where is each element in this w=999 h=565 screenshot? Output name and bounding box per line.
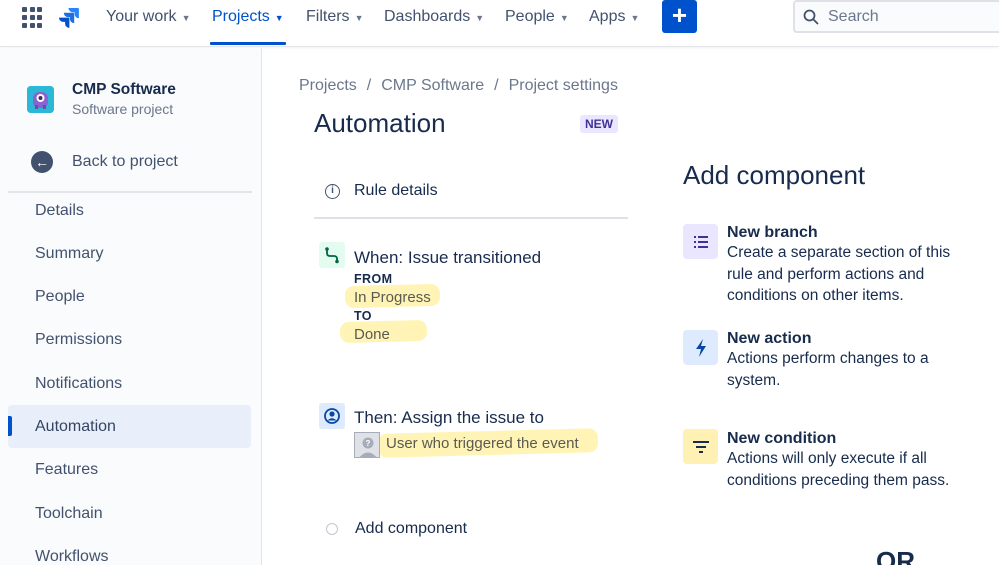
nav-your-work[interactable]: Your work ▼ <box>106 6 190 28</box>
or-separator: OR <box>876 546 915 565</box>
sidebar-item-permissions[interactable]: Permissions <box>8 318 251 361</box>
action-title[interactable]: Then: Assign the issue to <box>354 408 544 428</box>
nav-filters-label: Filters <box>306 8 350 25</box>
sidebar-item-toolchain[interactable]: Toolchain <box>8 492 251 535</box>
create-button[interactable]: + <box>662 0 697 33</box>
transition-icon <box>319 242 345 268</box>
app-switcher-icon[interactable] <box>22 7 44 29</box>
sidebar-item-features[interactable]: Features <box>8 448 251 491</box>
sidebar-item-summary[interactable]: Summary <box>8 232 251 275</box>
back-to-project-link[interactable]: ← Back to project <box>31 151 178 173</box>
breadcrumb-project-settings[interactable]: Project settings <box>509 77 618 95</box>
nav-apps[interactable]: Apps ▼ <box>589 6 639 28</box>
svg-text:?: ? <box>366 439 371 448</box>
assignee-value: User who triggered the event <box>386 435 579 452</box>
nav-people-label: People <box>505 8 555 25</box>
rule-details-item[interactable]: i Rule details <box>325 182 438 200</box>
top-navigation: Your work ▼ Projects ▼ Filters ▼ Dashboa… <box>0 0 999 47</box>
add-component-item[interactable]: Add component <box>326 520 467 538</box>
breadcrumb: Projects / CMP Software / Project settin… <box>299 77 618 95</box>
nav-filters[interactable]: Filters ▼ <box>306 6 363 28</box>
search-icon <box>803 9 819 24</box>
lightning-icon[interactable] <box>683 330 718 365</box>
list-icon[interactable] <box>683 224 718 259</box>
nav-projects-label: Projects <box>212 8 270 25</box>
nav-projects[interactable]: Projects ▼ <box>212 6 284 28</box>
arrow-left-icon: ← <box>31 151 53 173</box>
chevron-down-icon: ▼ <box>475 13 485 23</box>
project-name: CMP Software <box>72 81 176 98</box>
robot-icon <box>27 86 54 113</box>
nav-dashboards[interactable]: Dashboards ▼ <box>384 6 484 28</box>
new-branch-description: Create a separate section of this rule a… <box>727 244 951 305</box>
new-action-description: Actions perform changes to a system. <box>727 350 929 389</box>
from-label: FROM <box>354 272 393 286</box>
jira-logo-icon[interactable] <box>57 5 81 29</box>
filter-icon[interactable] <box>683 429 718 464</box>
trigger-title[interactable]: When: Issue transitioned <box>354 248 541 268</box>
sidebar-item-workflows[interactable]: Workflows <box>8 535 251 565</box>
chevron-down-icon: ▼ <box>630 13 640 23</box>
search-input[interactable] <box>828 7 978 26</box>
breadcrumb-projects[interactable]: Projects <box>299 77 357 95</box>
user-avatar-icon: ? <box>354 432 380 458</box>
new-condition-description: Actions will only execute if all conditi… <box>727 450 950 489</box>
project-type: Software project <box>72 101 174 117</box>
nav-people[interactable]: People ▼ <box>505 6 569 28</box>
new-badge: NEW <box>580 115 618 133</box>
rule-details-label: Rule details <box>354 182 438 199</box>
sidebar-item-notifications[interactable]: Notifications <box>8 362 251 405</box>
new-condition-title[interactable]: New condition <box>727 430 836 448</box>
add-component-label: Add component <box>355 520 468 537</box>
nav-dashboards-label: Dashboards <box>384 8 471 25</box>
info-icon: i <box>325 183 340 199</box>
breadcrumb-separator: / <box>366 77 372 94</box>
new-branch-title[interactable]: New branch <box>727 224 818 242</box>
from-status-value: In Progress <box>354 289 431 306</box>
sidebar-item-people[interactable]: People <box>8 275 251 318</box>
page-title: Automation <box>314 108 446 138</box>
rule-divider <box>314 217 628 219</box>
chevron-down-icon: ▼ <box>354 13 364 23</box>
sidebar-item-automation[interactable]: Automation <box>8 405 251 448</box>
empty-circle-icon <box>326 523 338 535</box>
panel-title: Add component <box>683 160 866 190</box>
breadcrumb-cmp-software[interactable]: CMP Software <box>381 77 484 95</box>
project-avatar <box>27 86 54 113</box>
chevron-down-icon: ▼ <box>274 13 284 23</box>
chevron-down-icon: ▼ <box>559 13 569 23</box>
sidebar-item-details[interactable]: Details <box>8 189 251 232</box>
assign-user-icon <box>319 403 345 429</box>
breadcrumb-separator: / <box>494 77 499 94</box>
nav-your-work-label: Your work <box>106 8 177 25</box>
chevron-down-icon: ▼ <box>181 13 191 23</box>
back-to-project-label: Back to project <box>72 153 178 170</box>
to-status-value: Done <box>354 326 390 343</box>
nav-apps-label: Apps <box>589 8 626 25</box>
project-sidebar: CMP Software Software project ← Back to … <box>0 48 262 565</box>
active-nav-indicator <box>210 42 286 45</box>
new-action-title[interactable]: New action <box>727 330 811 348</box>
search-box[interactable] <box>793 0 999 33</box>
